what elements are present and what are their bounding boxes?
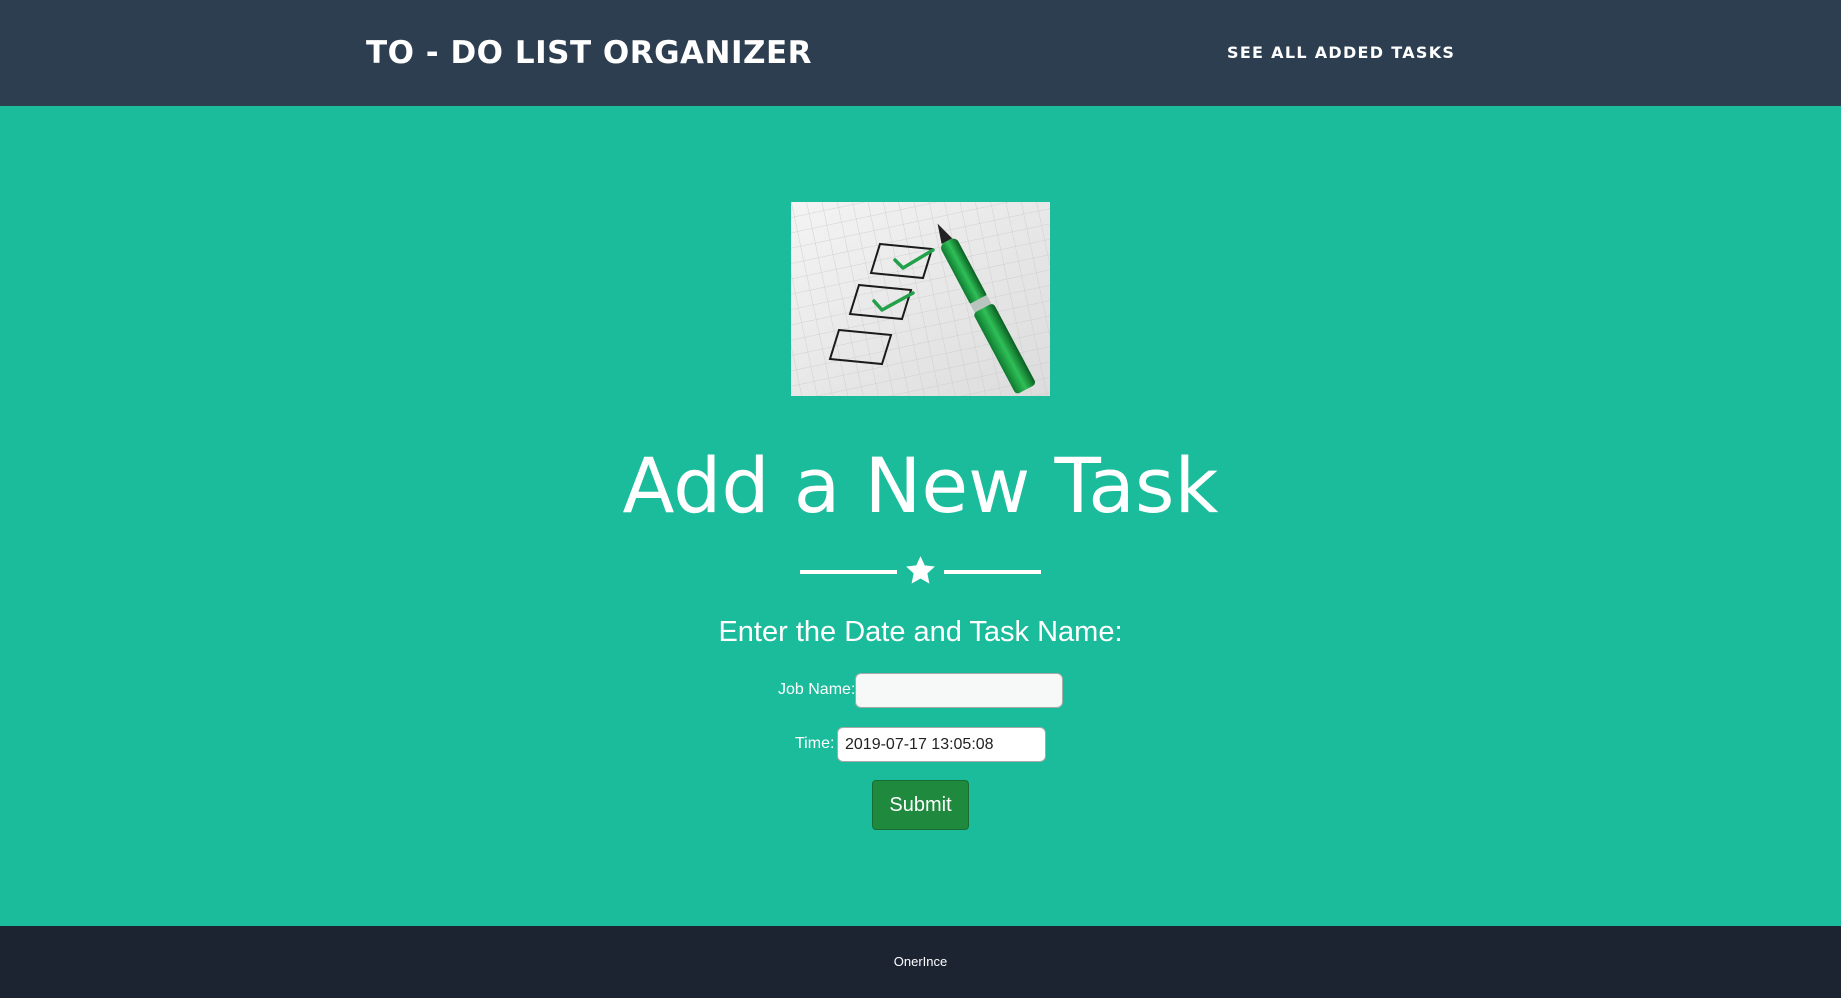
form-instructions: Enter the Date and Task Name: xyxy=(718,616,1123,648)
time-input[interactable] xyxy=(837,727,1046,762)
navbar: TO - DO LIST ORGANIZER SEE ALL ADDED TAS… xyxy=(0,0,1841,106)
star-icon xyxy=(906,556,935,584)
job-name-input[interactable] xyxy=(855,673,1063,708)
job-name-label: Job Name: xyxy=(778,681,856,698)
checklist-pen-icon xyxy=(791,202,1050,396)
brand-title[interactable]: TO - DO LIST ORGANIZER xyxy=(366,34,812,72)
star-divider xyxy=(800,554,1041,590)
footer-credit: OnerInce xyxy=(893,954,948,969)
page-title: Add a New Task xyxy=(622,441,1219,530)
see-all-tasks-link[interactable]: SEE ALL ADDED TASKS xyxy=(1227,43,1455,63)
submit-button[interactable]: Submit xyxy=(872,780,969,830)
divider-line-right xyxy=(944,570,1041,574)
divider-line-left xyxy=(800,570,897,574)
time-label: Time: xyxy=(795,735,835,752)
